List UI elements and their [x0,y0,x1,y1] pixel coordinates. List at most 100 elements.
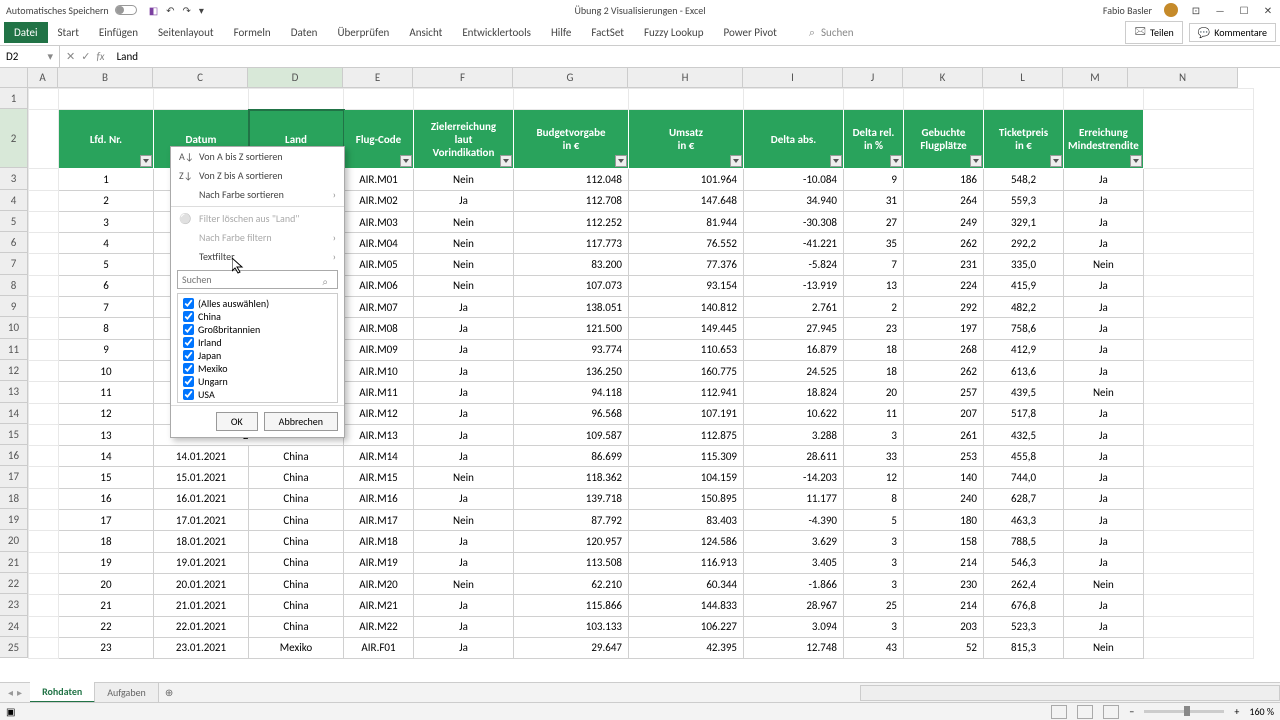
cell-blank[interactable] [29,510,59,531]
header-zielerreichung[interactable]: ZielerreichunglautVorindikation [414,110,514,169]
table-cell[interactable]: 93.154 [629,275,744,296]
prev-sheet-icon[interactable]: ◂ [8,686,13,699]
row-header-23[interactable]: 23 [0,594,28,615]
table-cell[interactable]: 109.587 [514,424,629,445]
col-header-K[interactable]: K [903,68,983,88]
table-cell[interactable]: 240 [904,488,984,509]
table-cell[interactable]: 9 [844,169,904,190]
filter-button[interactable] [970,155,982,167]
cell-blank[interactable] [844,89,904,110]
table-cell[interactable]: 517,8 [984,403,1064,424]
cell-blank[interactable] [1143,318,1253,339]
row-header-4[interactable]: 4 [0,190,28,211]
table-cell[interactable]: 24.525 [744,360,844,381]
filter-search-input[interactable] [177,270,338,289]
next-sheet-icon[interactable]: ▸ [17,686,22,699]
table-cell[interactable]: AIR.M09 [344,339,414,360]
table-cell[interactable]: -30.308 [744,211,844,232]
filter-button[interactable] [730,155,742,167]
table-cell[interactable]: 439,5 [984,382,1064,403]
row-header-5[interactable]: 5 [0,211,28,232]
table-cell[interactable]: 15.01.2021 [154,467,249,488]
table-cell[interactable]: Nein [1064,573,1144,594]
col-header-I[interactable]: I [743,68,843,88]
col-header-J[interactable]: J [843,68,903,88]
table-cell[interactable]: China [249,552,344,573]
cell-blank[interactable] [1143,616,1253,637]
table-cell[interactable]: 23 [844,318,904,339]
table-cell[interactable]: 2.761 [744,297,844,318]
table-cell[interactable]: 482,2 [984,297,1064,318]
header-delta[interactable]: Delta rel.in % [844,110,904,169]
cell-blank[interactable] [29,552,59,573]
table-cell[interactable]: AIR.M22 [344,616,414,637]
cell-blank[interactable] [1143,254,1253,275]
cell-blank[interactable] [29,110,59,169]
row-header-21[interactable]: 21 [0,552,28,573]
undo-icon[interactable]: ↶ [166,4,174,17]
table-cell[interactable]: AIR.M04 [344,233,414,254]
table-cell[interactable]: Nein [414,467,514,488]
ribbon-tab-start[interactable]: Start [48,22,89,43]
share-button[interactable]: 🖂 Teilen [1125,21,1182,44]
filter-button[interactable] [1050,155,1062,167]
table-cell[interactable]: 3 [844,616,904,637]
table-cell[interactable]: 149.445 [629,318,744,339]
table-cell[interactable]: Mexiko [249,637,344,658]
user-name[interactable]: Fabio Basler [1103,4,1152,17]
col-header-H[interactable]: H [628,68,743,88]
header-lfd.[interactable]: Lfd. Nr. [59,110,154,169]
table-cell[interactable]: Ja [414,318,514,339]
table-cell[interactable]: Ja [414,424,514,445]
col-header-M[interactable]: M [1063,68,1128,88]
table-cell[interactable]: 224 [904,275,984,296]
table-cell[interactable]: 16.01.2021 [154,488,249,509]
table-cell[interactable]: 335,0 [984,254,1064,275]
cell-blank[interactable] [29,424,59,445]
col-header-G[interactable]: G [513,68,628,88]
minimize-icon[interactable]: — [1214,4,1226,16]
table-cell[interactable]: Nein [414,573,514,594]
ribbon-tab-hilfe[interactable]: Hilfe [541,22,581,43]
table-cell[interactable]: 3 [844,573,904,594]
table-cell[interactable]: 3 [844,424,904,445]
table-cell[interactable]: AIR.M12 [344,403,414,424]
table-cell[interactable]: 18 [844,360,904,381]
table-cell[interactable]: -5.824 [744,254,844,275]
table-cell[interactable]: 5 [844,510,904,531]
table-cell[interactable]: 3 [59,211,154,232]
zoom-level[interactable]: 160 % [1249,705,1274,718]
table-cell[interactable]: 7 [844,254,904,275]
table-cell[interactable]: 116.913 [629,552,744,573]
table-cell[interactable]: 2 [844,297,904,318]
filter-select-all-checkbox[interactable] [183,298,194,309]
table-cell[interactable]: 110.653 [629,339,744,360]
row-header-3[interactable]: 3 [0,168,28,189]
cell-blank[interactable] [29,275,59,296]
table-cell[interactable]: Ja [414,595,514,616]
horizontal-scrollbar[interactable] [860,685,1280,701]
table-cell[interactable]: 7 [59,297,154,318]
table-cell[interactable]: Ja [414,297,514,318]
table-cell[interactable]: 11 [844,403,904,424]
table-cell[interactable]: 548,2 [984,169,1064,190]
table-cell[interactable]: Ja [1064,360,1144,381]
table-cell[interactable]: 758,6 [984,318,1064,339]
table-cell[interactable]: Ja [1064,339,1144,360]
table-cell[interactable]: 264 [904,190,984,211]
header-gebuchte[interactable]: GebuchteFlugplätze [904,110,984,169]
table-cell[interactable]: 9 [59,339,154,360]
row-header-22[interactable]: 22 [0,573,28,594]
table-cell[interactable]: 13 [59,424,154,445]
record-macro-icon[interactable]: ▣ [6,705,15,718]
row-header-2[interactable]: 2 [0,109,28,168]
table-cell[interactable]: 158 [904,531,984,552]
ribbon-tab-überprüfen[interactable]: Überprüfen [327,22,399,43]
ribbon-search[interactable]: ⌕ Suchen [809,26,854,40]
table-cell[interactable]: 106.227 [629,616,744,637]
table-cell[interactable]: 83.403 [629,510,744,531]
ribbon-tab-einfügen[interactable]: Einfügen [89,22,148,43]
table-cell[interactable]: 292 [904,297,984,318]
autosave-toggle[interactable]: Automatisches Speichern [6,4,137,17]
table-cell[interactable]: 11 [59,382,154,403]
